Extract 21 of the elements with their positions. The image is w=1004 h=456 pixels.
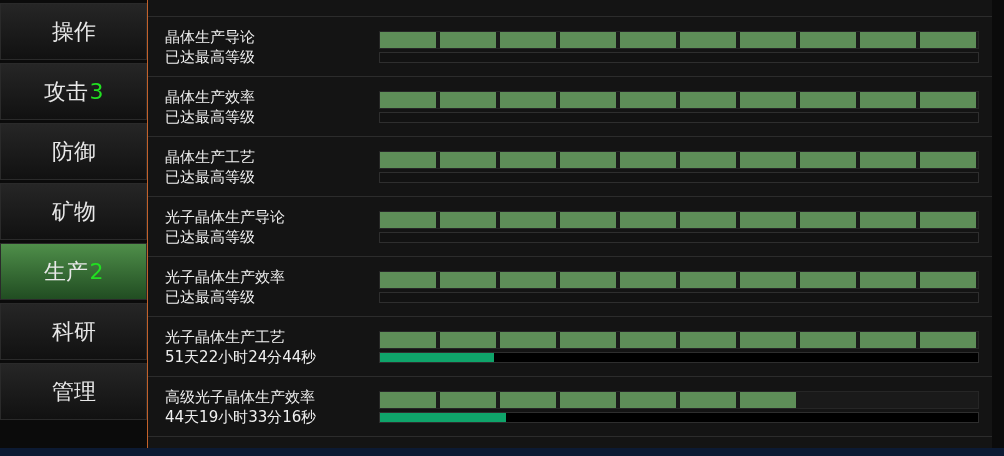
sidebar-tab[interactable]: 管理 bbox=[0, 363, 147, 420]
upgrade-name: 晶体生产导论 bbox=[165, 26, 256, 47]
upgrade-status: 已达最高等级 bbox=[165, 226, 256, 247]
upgrade-name: 光子晶体生产工艺 bbox=[165, 326, 286, 347]
upgrade-status: 已达最高等级 bbox=[165, 286, 256, 307]
sidebar-tab[interactable]: 攻击3 bbox=[0, 63, 147, 120]
upgrade-name: 光子晶体生产效率 bbox=[165, 266, 286, 287]
upgrade-name: 晶体生产工艺 bbox=[165, 146, 256, 167]
upgrade-name: 晶体生产效率 bbox=[165, 86, 256, 107]
sidebar-tab[interactable]: 防御 bbox=[0, 123, 147, 180]
sidebar-tab[interactable]: 矿物 bbox=[0, 183, 147, 240]
upgrade-name: 光子晶体生产导论 bbox=[165, 206, 286, 227]
sidebar-tab[interactable]: 生产2 bbox=[0, 243, 147, 300]
upgrade-status: 已达最高等级 bbox=[165, 46, 256, 67]
upgrade-status: 已达最高等级 bbox=[165, 166, 256, 187]
upgrade-status: 44天19小时33分16秒 bbox=[165, 406, 318, 427]
sidebar-tab[interactable]: 操作 bbox=[0, 3, 147, 60]
sidebar-tab[interactable]: 科研 bbox=[0, 303, 147, 360]
upgrade-status: 51天22小时24分44秒 bbox=[165, 346, 318, 367]
upgrade-name: 高级光子晶体生产效率 bbox=[165, 386, 316, 407]
upgrade-status: 已达最高等级 bbox=[165, 106, 256, 127]
